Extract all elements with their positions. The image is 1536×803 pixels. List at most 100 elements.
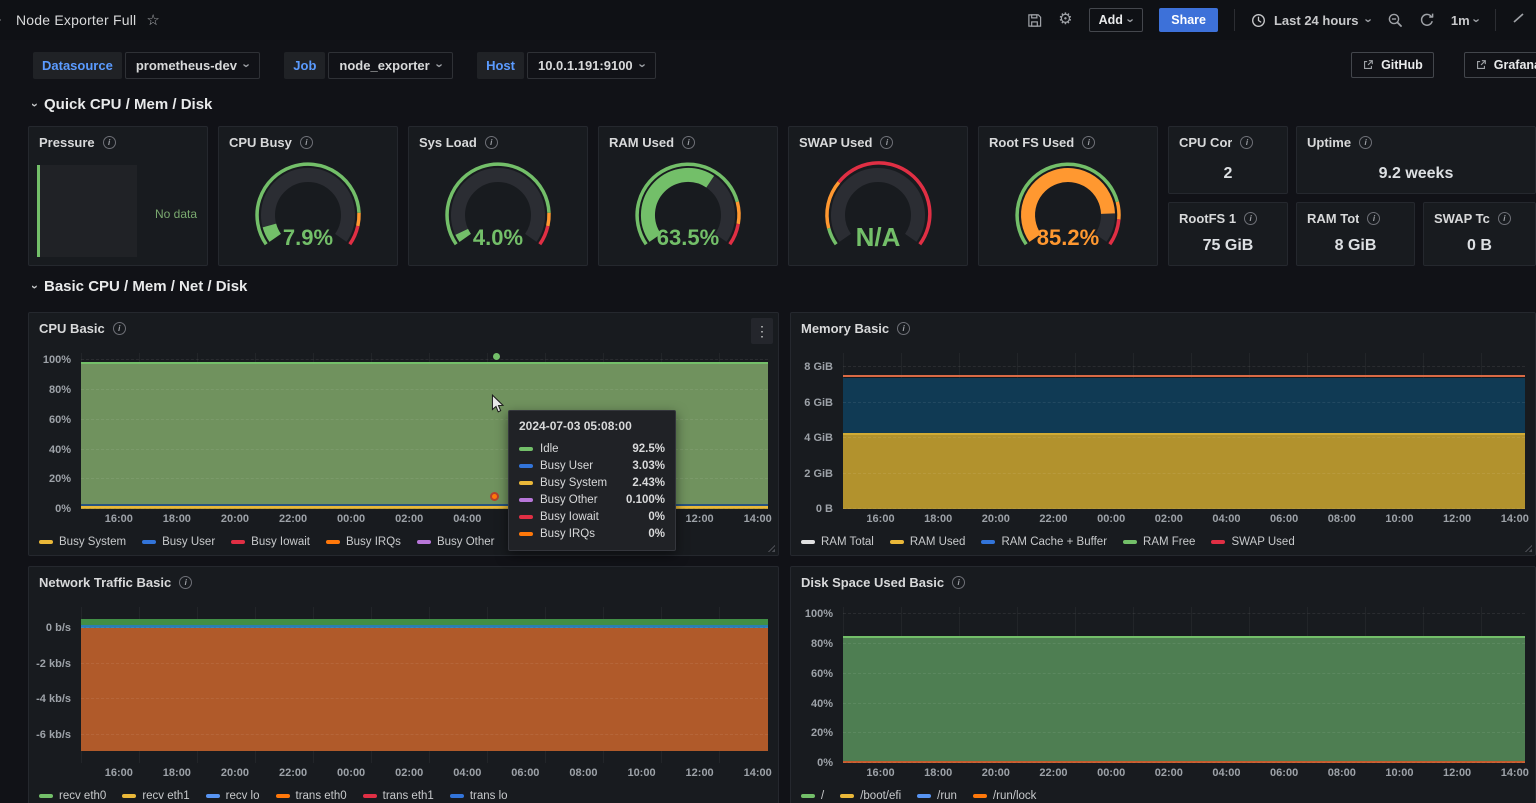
info-icon[interactable]: i <box>300 136 313 149</box>
info-icon[interactable]: i <box>1498 212 1511 225</box>
sys-load-gauge: 4.0% <box>409 151 587 265</box>
section-title: Quick CPU / Mem / Disk <box>44 96 212 113</box>
panel-disk-space-used-basic: Disk Space Used Basic i 0%20%40%60%80%10… <box>790 566 1536 803</box>
panel-title[interactable]: CPU Basic <box>39 321 105 336</box>
x-axis-tick: 02:00 <box>1155 513 1183 525</box>
panel-title[interactable]: CPU Busy <box>229 135 292 150</box>
x-axis-tick: 04:00 <box>453 513 481 525</box>
legend-color-chip <box>450 794 464 798</box>
variable-value-dropdown[interactable]: 10.0.1.191:9100 › <box>527 52 656 79</box>
refresh-interval-picker[interactable]: 1m › <box>1451 13 1479 28</box>
legend-item[interactable]: RAM Cache + Buffer <box>981 536 1107 548</box>
network-traffic-chart[interactable] <box>81 607 768 763</box>
legend-item[interactable]: recv eth0 <box>39 790 106 802</box>
y-axis-tick: -2 kb/s <box>36 658 71 670</box>
info-icon[interactable]: i <box>880 136 893 149</box>
legend-item[interactable]: Busy System <box>39 536 126 548</box>
gridline <box>843 732 1525 733</box>
breadcrumb-chevron-icon[interactable]: › <box>0 11 6 29</box>
time-range-picker[interactable]: Last 24 hours › <box>1251 13 1371 28</box>
legend-label: trans lo <box>470 790 508 802</box>
memory-basic-chart[interactable] <box>843 353 1525 509</box>
panel-title[interactable]: Root FS Used <box>989 135 1074 150</box>
panel-title[interactable]: Network Traffic Basic <box>39 575 171 590</box>
panel-title[interactable]: RAM Used <box>609 135 674 150</box>
panel-title[interactable]: SWAP Used <box>799 135 872 150</box>
legend-item[interactable]: trans eth1 <box>363 790 434 802</box>
y-axis-tick: 20% <box>49 473 71 485</box>
tooltip-series-chip <box>519 498 533 502</box>
disk-space-chart[interactable] <box>843 607 1525 763</box>
y-axis: 0 b/s-2 kb/s-4 kb/s-6 kb/s <box>29 607 75 763</box>
info-icon[interactable]: i <box>103 136 116 149</box>
dashboard-settings-gear-icon[interactable]: ⚙ <box>1058 12 1072 28</box>
info-icon[interactable]: i <box>682 136 695 149</box>
legend-item[interactable]: trans lo <box>450 790 508 802</box>
panel-title[interactable]: Uptime <box>1307 135 1351 150</box>
panel-menu-kebab-icon[interactable]: ⋮ <box>751 318 773 344</box>
info-icon[interactable]: i <box>897 322 910 335</box>
y-axis-tick: -6 kb/s <box>36 729 71 741</box>
share-button[interactable]: Share <box>1159 8 1218 32</box>
legend-color-chip <box>981 540 995 544</box>
x-axis-tick: 16:00 <box>866 767 894 779</box>
save-dashboard-icon[interactable] <box>1027 13 1042 28</box>
panel-title[interactable]: Disk Space Used Basic <box>801 575 944 590</box>
legend-item[interactable]: recv eth1 <box>122 790 189 802</box>
variable-value-dropdown[interactable]: prometheus-dev › <box>125 52 260 79</box>
panel-title[interactable]: RAM Tot <box>1307 211 1359 226</box>
y-axis-tick: 0% <box>55 503 71 515</box>
gridline <box>81 627 768 628</box>
grafana-link-button[interactable]: Grafana <box>1464 52 1536 78</box>
add-panel-button[interactable]: Add › <box>1089 8 1144 32</box>
section-header-quick[interactable]: › Quick CPU / Mem / Disk <box>33 96 212 113</box>
info-icon[interactable]: i <box>1244 212 1257 225</box>
panel-title[interactable]: CPU Cor <box>1179 135 1232 150</box>
info-icon[interactable]: i <box>485 136 498 149</box>
legend-item[interactable]: /run/lock <box>973 790 1036 802</box>
panel-title[interactable]: Memory Basic <box>801 321 889 336</box>
info-icon[interactable]: i <box>1367 212 1380 225</box>
star-favorite-icon[interactable]: ☆ <box>146 11 159 29</box>
legend-label: trans eth1 <box>383 790 434 802</box>
legend-color-chip <box>122 794 136 798</box>
legend-item[interactable]: SWAP Used <box>1211 536 1294 548</box>
variable-current-value: prometheus-dev <box>136 58 237 73</box>
section-header-basic[interactable]: › Basic CPU / Mem / Net / Disk <box>33 278 247 295</box>
y-axis-tick: 6 GiB <box>804 397 833 409</box>
legend-item[interactable]: /boot/efi <box>840 790 901 802</box>
legend-item[interactable]: Busy Iowait <box>231 536 310 548</box>
info-icon[interactable]: i <box>113 322 126 335</box>
legend-item[interactable]: Busy User <box>142 536 215 548</box>
legend-item[interactable]: /run <box>917 790 957 802</box>
info-icon[interactable]: i <box>1359 136 1372 149</box>
grafana-dashboard: › Node Exporter Full ☆ ⚙ Add › Share Las… <box>0 0 1536 803</box>
legend-item[interactable]: recv lo <box>206 790 260 802</box>
legend-color-chip <box>840 794 854 798</box>
legend-item[interactable]: Busy IRQs <box>326 536 401 548</box>
legend-item[interactable]: / <box>801 790 824 802</box>
legend-color-chip <box>39 540 53 544</box>
github-link-button[interactable]: GitHub <box>1351 52 1434 78</box>
zoom-out-time-icon[interactable] <box>1387 12 1403 28</box>
panel-swap-used: SWAP Used i N/A <box>788 126 968 266</box>
info-icon[interactable]: i <box>179 576 192 589</box>
legend-item[interactable]: trans eth0 <box>276 790 347 802</box>
info-icon[interactable]: i <box>1082 136 1095 149</box>
tooltip-series-chip <box>519 481 533 485</box>
legend-item[interactable]: RAM Used <box>890 536 966 548</box>
x-axis: 16:0018:0020:0022:0000:0002:0004:0006:00… <box>81 767 768 783</box>
variable-value-dropdown[interactable]: node_exporter › <box>328 52 453 79</box>
refresh-icon[interactable] <box>1419 12 1435 28</box>
info-icon[interactable]: i <box>952 576 965 589</box>
legend-item[interactable]: RAM Free <box>1123 536 1195 548</box>
x-axis-tick: 06:00 <box>511 767 539 779</box>
panel-title[interactable]: SWAP Tc <box>1434 211 1490 226</box>
info-icon[interactable]: i <box>1240 136 1253 149</box>
panel-title[interactable]: Pressure <box>39 135 95 150</box>
legend-item[interactable]: RAM Total <box>801 536 874 548</box>
no-data-sparkline-box <box>37 165 137 257</box>
panel-title[interactable]: Sys Load <box>419 135 477 150</box>
legend-item[interactable]: Busy Other <box>417 536 495 548</box>
panel-title[interactable]: RootFS 1 <box>1179 211 1236 226</box>
